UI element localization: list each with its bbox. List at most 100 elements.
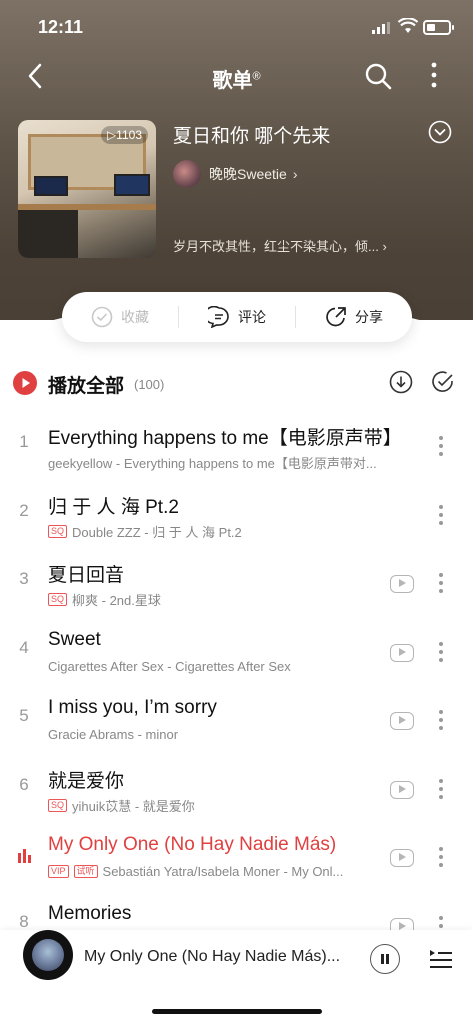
more-icon[interactable] [436, 710, 446, 732]
multi-select-icon[interactable] [431, 370, 455, 394]
search-icon[interactable] [364, 62, 392, 90]
avatar [173, 160, 201, 188]
chevron-down-icon[interactable] [428, 120, 452, 144]
song-title: Everything happens to me【电影原声带】 [48, 428, 402, 449]
song-artist-album: Cigarettes After Sex - Cigarettes After … [48, 659, 291, 674]
now-playing-title[interactable]: My Only One (No Hay Nadie Más)... [84, 948, 340, 966]
wifi-icon [398, 18, 418, 33]
song-artist-album: VIP 试听 Sebastián Yatra/Isabela Moner - My … [48, 864, 343, 879]
song-subtitle-text: geekyellow - Everything happens to me【电影… [48, 456, 377, 471]
status-bar: 12:11 [0, 0, 473, 54]
playlist-description[interactable]: 岁月不改其性，红尘不染其心，倾... › [173, 236, 387, 255]
signal-icon [372, 22, 390, 34]
playlist-creator[interactable]: 晚晚Sweetie › [173, 159, 297, 189]
song-artist-album: geekyellow - Everything happens to me【电影… [48, 453, 377, 472]
share-button[interactable]: 分享 [296, 292, 412, 342]
more-icon[interactable] [436, 641, 446, 664]
song-row[interactable]: 4 Sweet Cigarettes After Sex - Cigarette… [0, 610, 473, 679]
song-row[interactable]: 1 Everything happens to me【电影原声带】 geekye… [0, 404, 473, 473]
song-row-playing[interactable]: My Only One (No Hay Nadie Más) VIP 试听 Seba… [0, 815, 473, 884]
description-text: 岁月不改其性，红尘不染其心，倾... [173, 239, 379, 254]
sq-badge: SQ [48, 798, 68, 812]
song-title: 夏日回音 [48, 565, 125, 586]
page-title: 歌单® [0, 64, 473, 93]
vip-badge: VIP [48, 865, 69, 878]
track-number: 5 [19, 706, 29, 725]
track-number: 8 [19, 911, 29, 931]
track-number: 6 [19, 774, 29, 794]
more-icon[interactable] [428, 60, 440, 90]
song-row[interactable]: 2 归 于 人 海 Pt.2 SQ Double ZZZ - 归 于 人 海 Pt… [0, 473, 473, 542]
song-row[interactable]: 6 就是爱你 SQ yihuik苡慧 - 就是爱你 [0, 747, 473, 816]
battery-icon [423, 20, 454, 35]
share-label: 分享 [355, 309, 383, 325]
action-bar: 收藏 评论 分享 [62, 292, 412, 342]
more-icon[interactable] [436, 573, 446, 595]
mv-icon[interactable] [390, 849, 414, 867]
page-title-text: 歌单 [212, 70, 253, 92]
song-title: Sweet [48, 628, 101, 650]
song-title: 就是爱你 [48, 770, 125, 792]
more-icon[interactable] [436, 847, 446, 869]
song-subtitle-text: 柳爽 - 2nd.星球 [72, 593, 161, 608]
play-all-bar[interactable]: 播放全部 (100) [0, 360, 473, 404]
chevron-right-icon: › [378, 239, 387, 254]
song-subtitle-text: Sebastián Yatra/Isabela Moner - My Onl..… [102, 864, 344, 879]
track-number: 3 [19, 569, 29, 588]
mv-icon[interactable] [390, 575, 414, 593]
home-indicator [152, 1009, 322, 1014]
sq-badge: SQ [48, 524, 68, 538]
favorite-label: 收藏 [121, 309, 149, 325]
playlist-cover[interactable]: ▷1103 [18, 120, 156, 258]
share-icon [326, 307, 346, 327]
song-title: I miss you, I’m sorry [48, 697, 217, 718]
song-title: My Only One (No Hay Nadie Más) [48, 834, 337, 855]
comment-button[interactable]: 评论 [179, 292, 295, 342]
creator-name: 晚晚Sweetie [209, 166, 287, 182]
song-title: 归 于 人 海 Pt.2 [48, 496, 179, 518]
chevron-right-icon: › [292, 166, 298, 182]
track-number: 4 [19, 637, 29, 657]
mv-icon[interactable] [390, 780, 414, 799]
cover-art-shadow [18, 210, 78, 258]
play-all-label[interactable]: 播放全部 [48, 371, 124, 398]
song-artist-album: SQ Double ZZZ - 归 于 人 海 Pt.2 [48, 522, 242, 541]
song-subtitle-text: Double ZZZ - 归 于 人 海 Pt.2 [72, 524, 242, 540]
nav-bar: 歌单® [0, 54, 473, 98]
song-subtitle-text: Gracie Abrams - minor [48, 727, 179, 742]
song-artist-album: SQ yihuik苡慧 - 就是爱你 [48, 796, 195, 815]
status-time: 12:11 [38, 17, 84, 37]
favorite-button[interactable]: 收藏 [62, 292, 178, 342]
comment-icon [208, 306, 229, 328]
comment-label: 评论 [238, 309, 266, 325]
now-playing-disc[interactable] [23, 930, 73, 980]
song-title: Memories [48, 902, 132, 924]
play-circle-icon[interactable] [13, 371, 37, 395]
queue-icon[interactable] [428, 946, 454, 972]
mv-icon[interactable] [390, 643, 414, 662]
song-artist-album: SQ 柳爽 - 2nd.星球 [48, 590, 161, 609]
sq-badge: SQ [48, 593, 68, 606]
song-subtitle-text: yihuik苡慧 - 就是爱你 [72, 798, 195, 814]
playlist-title: 夏日和你 哪个先来 [173, 126, 331, 147]
song-list: 1 Everything happens to me【电影原声带】 geekye… [0, 404, 473, 952]
equalizer-icon [18, 849, 31, 863]
cover-art-monitor [34, 176, 68, 196]
check-circle-icon [91, 306, 113, 328]
more-icon[interactable] [436, 778, 446, 801]
mv-icon[interactable] [390, 712, 414, 730]
track-number: 2 [19, 500, 29, 520]
song-row[interactable]: 3 夏日回音 SQ 柳爽 - 2nd.星球 [0, 541, 473, 610]
track-number: 1 [19, 432, 29, 451]
pause-icon[interactable] [370, 944, 400, 974]
song-artist-album: Gracie Abrams - minor [48, 727, 178, 742]
song-subtitle-text: Cigarettes After Sex - Cigarettes After … [48, 658, 291, 674]
download-icon[interactable] [389, 370, 413, 394]
more-icon[interactable] [436, 436, 446, 458]
song-count: (100) [134, 377, 165, 392]
song-row[interactable]: 5 I miss you, I’m sorry Gracie Abrams - … [0, 678, 473, 747]
play-count: ▷1103 [100, 126, 148, 144]
more-icon[interactable] [436, 504, 446, 527]
preview-badge: 试听 [73, 865, 98, 878]
cover-art-monitor [114, 174, 150, 196]
